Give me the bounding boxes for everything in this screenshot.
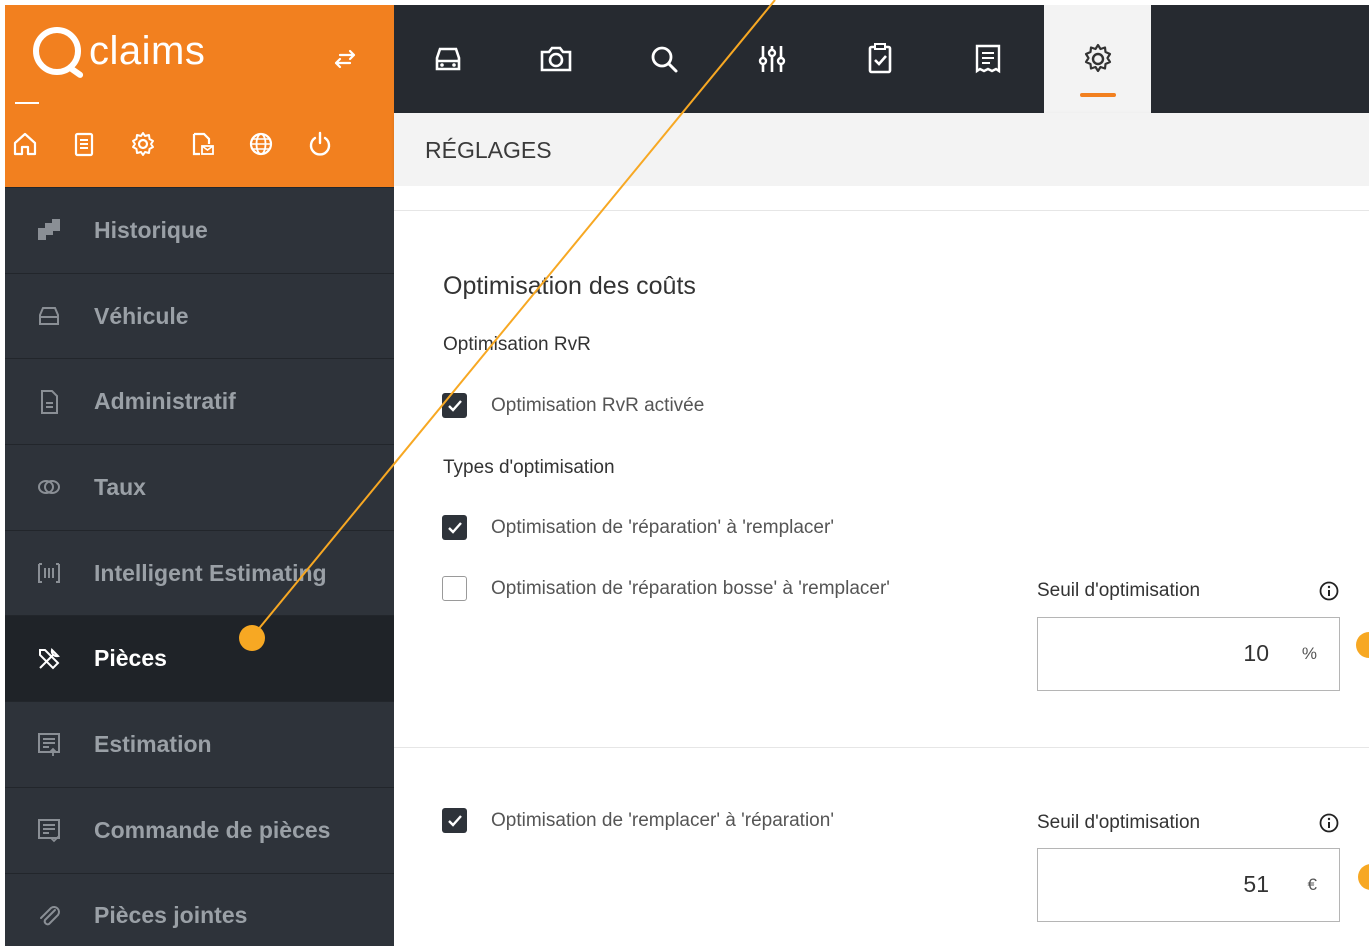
home-icon[interactable] [11, 127, 70, 161]
power-icon[interactable] [306, 127, 365, 161]
estimate-icon [33, 728, 65, 760]
brand-divider [15, 102, 39, 104]
sidebar-item-label: Historique [94, 216, 208, 243]
sidebar-item-label: Pièces [94, 645, 167, 672]
sidebar-item-label: Commande de pièces [94, 816, 331, 843]
checkbox-label: Optimisation RvR activée [491, 394, 705, 416]
sidebar-nav: Historique Véhicule Administratif Taux I… [5, 187, 394, 946]
email-document-icon[interactable] [188, 127, 247, 161]
page-title: RÉGLAGES [425, 137, 552, 163]
page-header: RÉGLAGES [394, 113, 1369, 186]
section-title: Optimisation des coûts [443, 272, 696, 300]
annotation-marker [1358, 864, 1369, 890]
sidebar-item-commande-de-pieces[interactable]: Commande de pièces [5, 786, 394, 873]
checkbox-checked[interactable] [442, 515, 467, 540]
sidebar-item-pieces[interactable]: Pièces [5, 615, 394, 702]
history-icon [33, 214, 65, 246]
paperclip-icon [33, 900, 65, 932]
gear-icon[interactable] [129, 127, 188, 161]
checkbox-checked[interactable] [442, 393, 467, 418]
info-icon[interactable] [1318, 580, 1340, 602]
rvr-enabled-checkbox-row[interactable]: Optimisation RvR activée [442, 393, 704, 418]
types-heading: Types d'optimisation [443, 457, 615, 478]
sidebar-item-label: Pièces jointes [94, 902, 248, 929]
threshold-value: 51 [1243, 871, 1269, 897]
checklist-icon[interactable] [826, 5, 933, 113]
camera-icon[interactable] [502, 5, 609, 113]
car-icon[interactable] [394, 5, 501, 113]
logo: claims [33, 27, 205, 75]
clipboard-icon[interactable] [70, 127, 129, 161]
document-icon [33, 386, 65, 418]
info-icon[interactable] [1318, 812, 1340, 834]
sidebar-item-label: Taux [94, 473, 146, 500]
sidebar-item-intelligent-estimating[interactable]: Intelligent Estimating [5, 529, 394, 616]
checkbox-label: Optimisation de 'remplacer' à 'réparatio… [491, 809, 834, 831]
sliders-icon[interactable] [718, 5, 825, 113]
sidebar-item-label: Véhicule [94, 302, 189, 329]
receipt-icon[interactable] [934, 5, 1041, 113]
annotation-marker [1356, 632, 1369, 658]
brand-header: claims [5, 5, 394, 187]
threshold-unit: % [1301, 644, 1317, 663]
top-toolbar [394, 5, 1369, 113]
search-icon[interactable] [610, 5, 717, 113]
sidebar-item-estimation[interactable]: Estimation [5, 701, 394, 787]
settings-content: Optimisation des coûts Optimisation RvR … [394, 186, 1369, 946]
opt-replace-to-repair-row[interactable]: Optimisation de 'remplacer' à 'réparatio… [442, 808, 834, 833]
sidebar-item-label: Administratif [94, 388, 236, 415]
sidebar-item-administratif[interactable]: Administratif [5, 358, 394, 444]
checkbox-label: Optimisation de 'réparation' à 'remplace… [491, 516, 834, 538]
threshold-input-percent[interactable]: 10 % [1037, 617, 1340, 691]
car-icon [33, 300, 65, 332]
sidebar-item-vehicule[interactable]: Véhicule [5, 272, 394, 359]
checkbox-unchecked[interactable] [442, 576, 467, 601]
logo-text: claims [89, 28, 206, 73]
sidebar-item-pieces-jointes[interactable]: Pièces jointes [5, 872, 394, 946]
rvr-heading: Optimisation RvR [443, 334, 591, 355]
barcode-icon [33, 557, 65, 589]
globe-icon[interactable] [247, 127, 306, 161]
quick-actions [11, 127, 365, 161]
divider [394, 747, 1369, 748]
threshold-unit: € [1307, 875, 1317, 894]
threshold-label: Seuil d'optimisation [1037, 580, 1201, 601]
threshold-label: Seuil d'optimisation [1037, 812, 1201, 833]
sidebar-item-label: Estimation [94, 730, 212, 757]
threshold-value: 10 [1243, 640, 1269, 666]
order-icon [33, 814, 65, 846]
coins-icon [33, 471, 65, 503]
sidebar: claims Historique Véhicule Administratif… [5, 5, 394, 946]
sidebar-item-taux[interactable]: Taux [5, 444, 394, 530]
gear-icon[interactable] [1044, 5, 1151, 113]
sidebar-item-historique[interactable]: Historique [5, 187, 394, 273]
divider [394, 210, 1369, 211]
threshold-input-euro[interactable]: 51 € [1037, 848, 1340, 922]
sidebar-item-label: Intelligent Estimating [94, 559, 327, 586]
checkbox-label: Optimisation de 'réparation bosse' à 're… [491, 577, 890, 599]
opt-repair-to-replace-row[interactable]: Optimisation de 'réparation' à 'remplace… [442, 515, 834, 540]
swap-arrows-icon[interactable] [332, 49, 358, 69]
opt-dent-repair-to-replace-row[interactable]: Optimisation de 'réparation bosse' à 're… [442, 576, 890, 601]
tools-icon [33, 643, 65, 675]
logo-mark [33, 27, 81, 75]
checkbox-checked[interactable] [442, 808, 467, 833]
